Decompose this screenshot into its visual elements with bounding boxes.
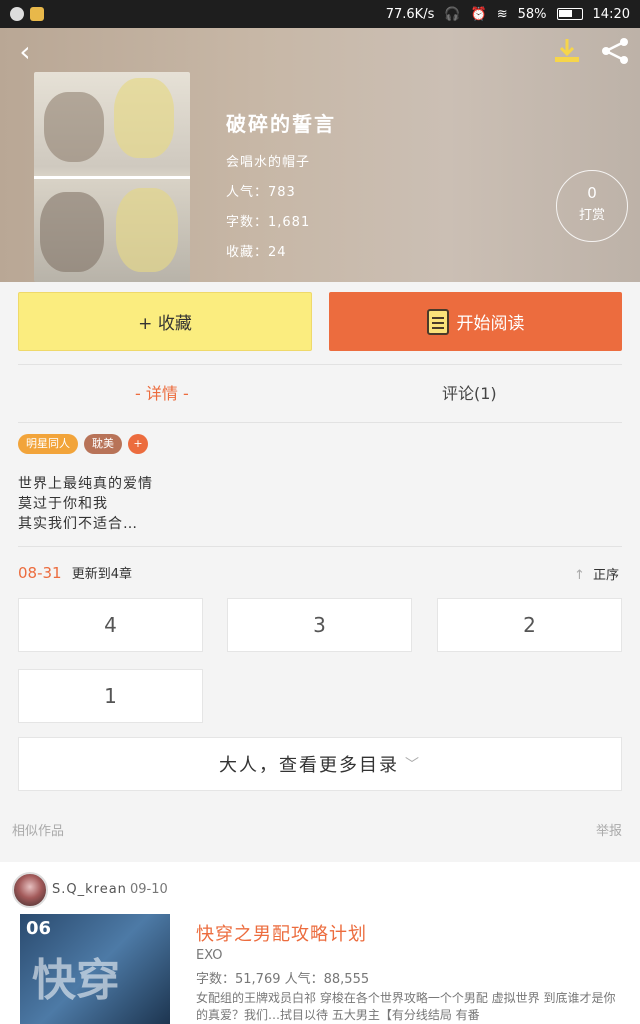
tab-detail[interactable]: - 详情 - [135,380,189,404]
book-icon [426,308,449,335]
chapter-button[interactable]: 3 [227,598,412,652]
report-button[interactable]: 举报 [596,820,622,839]
avatar[interactable] [12,872,48,908]
update-date: 08-31 [18,564,62,582]
battery-percent: 58% [517,6,547,22]
share-icon[interactable] [598,36,632,66]
related-username[interactable]: S.Q_krean [52,882,127,897]
chapter-button[interactable]: 2 [437,598,622,652]
divider [18,364,622,365]
book-info: 破碎的誓言 会唱水的帽子 人气：783 字数：1,681 收藏：24 [226,108,336,271]
wifi-icon: ≋ [496,6,508,22]
book-cover[interactable] [34,72,190,282]
cover-figure [114,78,174,158]
reward-button[interactable]: 0 打赏 [556,170,628,242]
tag-list: 明星同人 耽美 + [18,434,148,454]
reward-label: 打赏 [578,208,605,223]
start-reading-label: 开始阅读 [456,314,525,334]
related-stats: 字数：51,769 人气：88,555 [196,972,370,987]
clock: 14:20 [592,6,630,22]
update-text: 更新到4章 [71,567,133,582]
net-speed: 77.6K/s [385,6,435,22]
related-work-card[interactable]: S.Q_krean 09-10 06 快穿 快穿之男配攻略计划 EXO 字数：5… [0,862,640,1024]
book-popularity: 人气：783 [226,185,296,200]
chevron-down-icon: ﹀ [405,757,421,773]
book-title: 破碎的誓言 [226,112,336,136]
similar-works-label: 相似作品 [12,824,65,839]
app-notification-icon [10,7,24,21]
back-button[interactable]: ‹ [10,36,40,68]
cover-title-text: 快穿 [32,955,120,1006]
tag-item[interactable]: 耽美 [84,434,122,454]
sort-order-label: 正序 [593,568,620,583]
book-header: ‹ 破碎的誓言 会唱水的帽子 人气：783 字数：1,681 收藏：24 0 打… [0,28,640,282]
intro-line: 莫过于你和我 [18,496,108,512]
related-cover[interactable]: 06 快穿 [20,914,170,1024]
sort-order-button[interactable]: ↑ 正序 [574,564,619,583]
divider [18,422,622,423]
arrow-up-icon: ↑ [574,568,585,583]
chapter-button[interactable]: 4 [18,598,203,652]
book-detail-panel: + 收藏 开始阅读 - 详情 - 评论(1) 明星同人 耽美 + 世界上最纯真的… [0,282,640,850]
status-bar: 77.6K/s 🎧 ⏰ ≋ 58% 14:20 [0,0,640,28]
download-icon[interactable] [552,36,582,66]
intro-line: 世界上最纯真的爱情 [18,476,153,492]
cover-figure [116,188,178,272]
start-reading-button[interactable]: 开始阅读 [329,292,622,351]
battery-icon [556,8,583,20]
book-favorites: 收藏：24 [226,245,287,260]
related-tag: EXO [196,948,223,963]
reward-count: 0 [587,184,597,202]
related-description: 女配组的王牌戏员白祁 穿梭在各个世界攻略一个个男配 虚拟世界 到底谁才是你的真爱… [196,991,616,1022]
tab-comments[interactable]: 评论(1) [442,380,497,404]
cover-figure [44,92,104,162]
alarm-icon: ⏰ [470,6,487,22]
divider [18,546,622,547]
cover-figure [40,192,104,272]
cover-number: 06 [26,918,52,939]
app-notification-icon-2 [30,7,44,21]
intro-line: 其实我们不适合… [18,516,138,532]
add-tag-button[interactable]: + [128,434,148,454]
chapter-button[interactable]: 1 [18,669,203,723]
related-date: 09-10 [130,882,168,897]
book-intro: 世界上最纯真的爱情 莫过于你和我 其实我们不适合… [18,474,153,534]
favorite-button[interactable]: + 收藏 [18,292,312,351]
more-chapters-button[interactable]: 大人，查看更多目录 ﹀ [18,737,622,791]
update-info: 08-31 更新到4章 [18,563,132,582]
related-title[interactable]: 快穿之男配攻略计划 [196,920,367,946]
book-author[interactable]: 会唱水的帽子 [226,151,336,170]
tag-item[interactable]: 明星同人 [18,434,78,454]
book-word-count: 字数：1,681 [226,215,311,230]
more-chapters-label: 大人，查看更多目录 [219,755,399,776]
headset-icon: 🎧 [444,6,461,22]
cover-divider [34,176,190,179]
